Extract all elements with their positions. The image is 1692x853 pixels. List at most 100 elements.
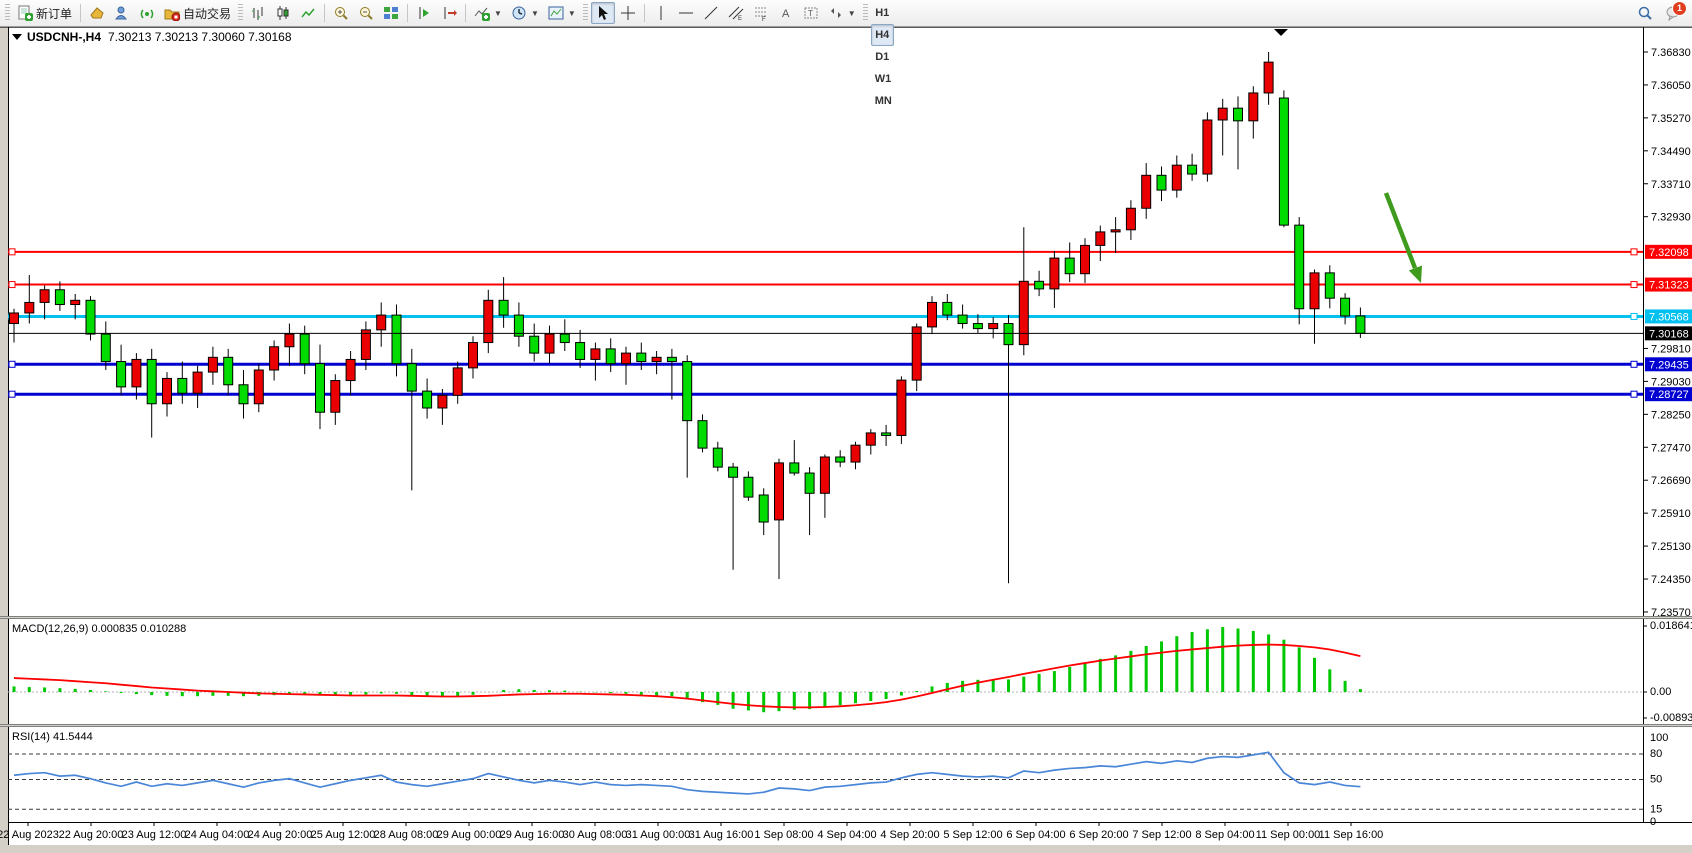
search-button[interactable] <box>1633 2 1657 24</box>
svg-text:T: T <box>808 9 813 18</box>
timeframe-d1-button[interactable]: D1 <box>871 46 894 68</box>
candle-body <box>836 457 845 462</box>
line-handle <box>9 249 15 255</box>
search-icon <box>1637 5 1653 21</box>
separator <box>80 4 81 22</box>
candle-body <box>729 467 738 477</box>
candlestick-chart-button[interactable] <box>271 2 295 24</box>
candle-body <box>10 313 19 324</box>
svg-text:100: 100 <box>1650 732 1668 744</box>
chart-title: USDCNH-,H47.30213 7.30213 7.30060 7.3016… <box>12 30 292 44</box>
timeframe-h1-button[interactable]: H1 <box>871 2 894 24</box>
svg-text:7.24350: 7.24350 <box>1651 574 1691 586</box>
chart-shift-icon <box>416 5 432 21</box>
zoom-out-icon <box>358 5 374 21</box>
svg-text:7.28250: 7.28250 <box>1651 409 1691 421</box>
line-chart-button[interactable] <box>296 2 320 24</box>
candle-body <box>560 334 569 342</box>
indicators-button[interactable]: ▼ <box>470 2 506 24</box>
candle-body <box>407 364 416 391</box>
candle-body <box>346 359 355 380</box>
time-label: 31 Aug 00:00 <box>626 829 691 841</box>
vertical-line-icon <box>653 5 669 21</box>
candle-body <box>377 315 386 330</box>
candle-body <box>606 349 615 364</box>
market-watch-button[interactable] <box>85 2 109 24</box>
crosshair-tool-button[interactable] <box>616 2 640 24</box>
line-handle <box>9 282 15 288</box>
svg-text:7.28727: 7.28727 <box>1649 389 1689 401</box>
candle-body <box>683 362 692 421</box>
line-chart-icon <box>300 5 316 21</box>
auto-scroll-button[interactable] <box>437 2 461 24</box>
zoom-in-icon <box>333 5 349 21</box>
chart-shift-button[interactable] <box>412 2 436 24</box>
new-order-label: 新订单 <box>36 5 72 22</box>
time-label: 24 Aug 20:00 <box>248 829 313 841</box>
svg-text:0.018641: 0.018641 <box>1650 620 1692 632</box>
candle-body <box>208 357 217 372</box>
timeframe-h4-button[interactable]: H4 <box>871 24 894 46</box>
candle-body <box>484 300 493 342</box>
vertical-line-tool-button[interactable] <box>649 2 673 24</box>
bar-chart-button[interactable] <box>246 2 270 24</box>
dropdown-caret: ▼ <box>568 9 576 18</box>
zoom-in-button[interactable] <box>329 2 353 24</box>
candle-body <box>851 445 860 462</box>
tile-windows-button[interactable] <box>379 2 403 24</box>
line-handle <box>1631 282 1637 288</box>
chat-icon: 1 <box>1665 5 1681 21</box>
navigator-button[interactable] <box>135 2 159 24</box>
time-label: 28 Aug 08:00 <box>374 829 439 841</box>
templates-button[interactable]: ▼ <box>544 2 580 24</box>
svg-text:F: F <box>762 17 766 21</box>
candle-body <box>1081 245 1090 273</box>
timeframe-label: MN <box>875 95 892 107</box>
indicators-icon <box>474 5 490 21</box>
candle-body <box>759 495 768 522</box>
time-label: 8 Sep 04:00 <box>1195 829 1254 841</box>
candle-body <box>576 343 585 360</box>
candle-body <box>744 477 753 497</box>
toolbar-grip <box>583 4 588 22</box>
zoom-out-button[interactable] <box>354 2 378 24</box>
timeframe-mn-button[interactable]: MN <box>871 90 896 112</box>
fibonacci-tool-button[interactable]: F <box>749 2 773 24</box>
time-label: 30 Aug 08:00 <box>563 829 628 841</box>
shapes-tool-button[interactable]: ▼ <box>824 2 860 24</box>
price-label: 7.28727 <box>1645 387 1692 401</box>
candle-body <box>698 421 707 448</box>
line-handle <box>1631 361 1637 367</box>
horizontal-line-tool-button[interactable] <box>674 2 698 24</box>
channel-tool-button[interactable]: E <box>724 2 748 24</box>
price-label: 7.29435 <box>1645 357 1692 371</box>
data-window-button[interactable] <box>110 2 134 24</box>
cursor-tool-button[interactable] <box>591 2 615 24</box>
new-order-icon <box>17 5 33 21</box>
candle-body <box>1050 258 1059 289</box>
auto-trading-button[interactable]: 自动交易 <box>160 2 235 24</box>
svg-text:7.35270: 7.35270 <box>1651 113 1691 125</box>
candle-body <box>652 357 661 361</box>
periods-button[interactable]: ▼ <box>507 2 543 24</box>
notifications-button[interactable]: 1 <box>1661 2 1685 24</box>
trendline-tool-button[interactable] <box>699 2 723 24</box>
candle-body <box>1234 108 1243 121</box>
svg-text:7.32098: 7.32098 <box>1649 247 1689 259</box>
label-tool-button[interactable]: T <box>799 2 823 24</box>
main-toolbar: 新订单 自动交易 ▼ ▼ ▼ E F <box>0 0 1692 27</box>
candle-body <box>943 302 952 315</box>
svg-text:80: 80 <box>1650 748 1662 760</box>
timeframe-label: H1 <box>875 7 889 19</box>
candle-body <box>361 330 370 360</box>
macd-label: MACD(12,26,9) 0.000835 0.010288 <box>12 623 186 635</box>
candle-body <box>882 433 891 436</box>
svg-text:7.25130: 7.25130 <box>1651 541 1691 553</box>
candle-body <box>1096 232 1105 246</box>
new-order-button[interactable]: 新订单 <box>13 2 76 24</box>
time-label: 1 Sep 08:00 <box>754 829 813 841</box>
timeframe-w1-button[interactable]: W1 <box>871 68 896 90</box>
text-tool-button[interactable]: A <box>774 2 798 24</box>
candle-body <box>178 378 187 393</box>
svg-text:7.23570: 7.23570 <box>1651 607 1691 619</box>
